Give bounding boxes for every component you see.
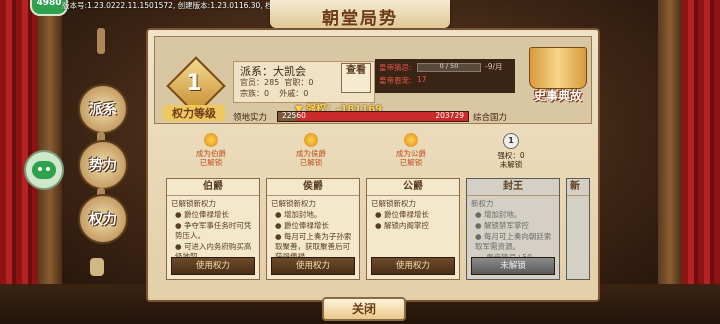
suspicion-label: 皇帝猜忌:	[379, 63, 412, 72]
list-item: ● 争夺军事任务时可凭势压人。	[175, 221, 252, 240]
rank-card-earl: 伯爵 已解锁新权力 ● 爵位俸禄增长 ● 争夺军事任务时可凭势压人。 ● 可进入…	[166, 178, 260, 280]
rank-header: 1 强权：0 未解锁	[466, 128, 556, 178]
page-title: 朝堂局势	[322, 9, 398, 29]
list-item: ● 解锁禁军掌控	[475, 221, 529, 230]
nav-item-influence[interactable]: 势力	[78, 140, 128, 190]
nav-chain	[97, 28, 105, 54]
view-button[interactable]: 查看	[341, 63, 371, 93]
suspicion-bar: 0 / 50	[417, 62, 481, 72]
territory-label: 领地实力	[233, 113, 268, 123]
title-banner: 朝堂局势	[270, 0, 450, 29]
close-button[interactable]: 关闭	[322, 297, 406, 321]
history-book-button[interactable]: 史事典故	[523, 39, 593, 109]
list-item: ● 爵位俸禄增长	[275, 221, 329, 230]
list-item: ● 爵位俸禄增长	[375, 210, 429, 219]
rank-list: 成为伯爵 已解锁 伯爵 已解锁新权力 ● 爵位俸禄增长 ● 争夺军事任务时可凭势压…	[154, 128, 590, 292]
list-item: ● 每月可上奏向朝廷索取军需资源。	[475, 232, 552, 251]
rank-label: 权力等级	[163, 105, 225, 121]
rank-card-partial: 新	[566, 178, 590, 280]
rank-number: 1	[186, 71, 202, 96]
right-pillar	[658, 0, 682, 324]
rank-header: 成为伯爵 已解锁	[166, 128, 256, 178]
grace-label: 皇帝恩宠:	[379, 76, 412, 85]
use-power-button[interactable]: 使用权力	[171, 257, 255, 275]
nav-item-faction[interactable]: 派系	[78, 84, 128, 134]
territory-value: 22560	[282, 111, 306, 120]
national-value: 203729	[435, 111, 464, 120]
book-label: 史事典故	[533, 89, 582, 103]
locked-coin-icon: 1	[503, 133, 519, 149]
coin-icon	[404, 133, 418, 147]
list-item: ● 增加封地。	[275, 210, 322, 219]
list-item: ● 增加封地。	[475, 210, 522, 219]
rank-card-marquis: 侯爵 已解锁新权力 ● 增加封地。 ● 爵位俸禄增长 ● 每月可上奏为子孙索取聚…	[266, 178, 360, 280]
list-item: ● 爵位俸禄增长	[175, 210, 229, 219]
rank-card-duke: 公爵 已解锁新权力 ● 爵位俸禄增长 ● 解锁内阁掌控 使用权力	[366, 178, 460, 280]
rank-header: 成为侯爵 已解锁	[266, 128, 356, 178]
nav-item-power[interactable]: 权力	[78, 194, 128, 244]
wechat-icon[interactable]	[24, 150, 64, 190]
main-panel: 1 权力等级 派系：大凯会 官员：285 官职：0 宗族：0 外戚：0 查看 皇…	[146, 28, 600, 302]
power-bar: 22560 203729	[277, 111, 469, 122]
coin-icon	[204, 133, 218, 147]
national-power-label: 综合国力	[473, 113, 508, 123]
lantern-icon	[90, 258, 104, 276]
emperor-stats: 皇帝猜忌: 0 / 50 -9/月 皇帝恩宠: 17	[375, 59, 515, 93]
locked-button[interactable]: 未解锁	[471, 257, 555, 275]
use-power-button[interactable]: 使用权力	[271, 257, 355, 275]
faction-row: 宗族：0 外戚：0	[240, 89, 309, 98]
info-box: 1 权力等级 派系：大凯会 官员：285 官职：0 宗族：0 外戚：0 查看 皇…	[154, 36, 592, 124]
list-item: ● 解锁内阁掌控	[375, 221, 429, 230]
right-curtain	[682, 0, 720, 324]
faction-row: 官员：285 官职：0	[240, 78, 314, 87]
rank-card-king: 封王 新权力 ● 增加封地。 ● 解锁禁军掌控 ● 每月可上奏向朝廷索取军需资源…	[466, 178, 560, 280]
coin-icon	[304, 133, 318, 147]
book-icon	[529, 47, 587, 89]
rank-header: 成为公爵 已解锁	[366, 128, 456, 178]
grace-value: 17	[417, 75, 427, 84]
rank-emblem: 1 权力等级	[163, 56, 226, 123]
suspicion-rate: -9/月	[485, 62, 503, 71]
use-power-button[interactable]: 使用权力	[371, 257, 455, 275]
